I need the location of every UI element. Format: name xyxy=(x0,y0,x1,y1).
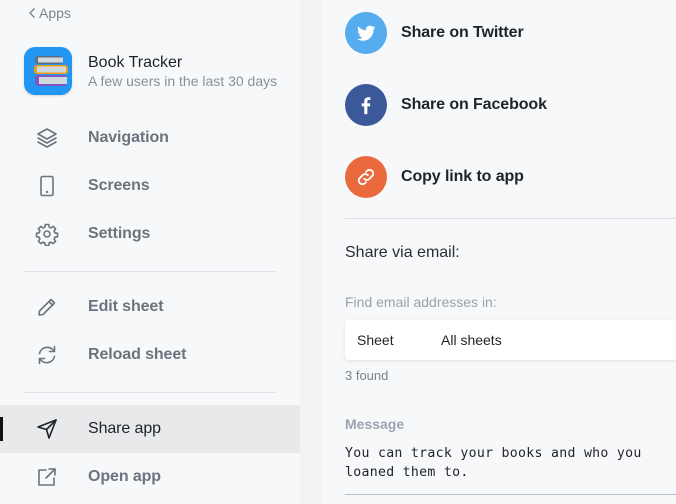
message-textarea[interactable]: You can track your books and who you loa… xyxy=(345,444,676,484)
phone-icon xyxy=(35,174,59,198)
link-icon xyxy=(345,156,387,198)
sidebar-item-share-app[interactable]: Share app xyxy=(0,405,300,453)
refresh-icon xyxy=(35,343,59,367)
panel-gutter xyxy=(300,0,321,504)
find-email-label: Find email addresses in: xyxy=(345,294,497,310)
copy-link-label: Copy link to app xyxy=(401,168,524,185)
sidebar-divider xyxy=(24,271,276,272)
share-facebook-button[interactable]: Share on Facebook xyxy=(345,84,547,126)
message-underline xyxy=(345,494,676,495)
copy-link-button[interactable]: Copy link to app xyxy=(345,156,524,198)
sidebar-item-reload-sheet[interactable]: Reload sheet xyxy=(0,331,300,379)
found-count: 3 found xyxy=(345,368,389,383)
app-title: Book Tracker xyxy=(88,53,183,71)
email-source-select[interactable]: Sheet All sheets xyxy=(345,320,676,360)
send-icon xyxy=(35,417,59,441)
share-divider xyxy=(345,218,676,219)
app-header: Book Tracker A few users in the last 30 … xyxy=(24,47,277,95)
sidebar-item-label: Settings xyxy=(88,225,151,242)
sidebar-item-label: Screens xyxy=(88,177,150,194)
share-twitter-button[interactable]: Share on Twitter xyxy=(345,12,524,54)
twitter-icon xyxy=(345,12,387,54)
sidebar: Apps Book Tracker A few users in the las… xyxy=(0,0,300,504)
email-source-key: Sheet xyxy=(357,332,394,348)
share-twitter-label: Share on Twitter xyxy=(401,24,524,41)
sidebar-item-edit-sheet[interactable]: Edit sheet xyxy=(0,283,300,331)
gear-icon xyxy=(35,222,59,247)
sidebar-item-settings[interactable]: Settings xyxy=(0,210,300,258)
sidebar-item-navigation[interactable]: Navigation xyxy=(0,114,300,162)
share-via-email-heading: Share via email: xyxy=(345,244,460,261)
active-indicator xyxy=(0,417,3,441)
sidebar-item-label: Reload sheet xyxy=(88,346,187,363)
pencil-icon xyxy=(35,295,59,319)
sidebar-item-label: Edit sheet xyxy=(88,298,164,315)
chevron-left-icon xyxy=(29,8,35,18)
external-link-icon xyxy=(35,465,59,489)
sidebar-item-open-app[interactable]: Open app xyxy=(0,453,300,501)
share-facebook-label: Share on Facebook xyxy=(401,96,547,113)
email-source-value: All sheets xyxy=(441,332,502,348)
sidebar-item-label: Open app xyxy=(88,468,161,485)
sidebar-item-label: Navigation xyxy=(88,129,169,146)
back-label: Apps xyxy=(39,5,71,21)
sidebar-item-screens[interactable]: Screens xyxy=(0,162,300,210)
share-app-screen: Apps Book Tracker A few users in the las… xyxy=(0,0,676,504)
facebook-icon xyxy=(345,84,387,126)
layers-icon xyxy=(35,126,59,150)
share-panel: Share on Twitter Share on Facebook Copy … xyxy=(321,0,676,504)
sidebar-divider xyxy=(24,392,276,393)
app-subtitle: A few users in the last 30 days xyxy=(88,72,278,89)
books-icon xyxy=(24,47,72,95)
sidebar-item-label: Share app xyxy=(88,420,161,437)
message-label: Message xyxy=(345,416,405,432)
back-to-apps-link[interactable]: Apps xyxy=(28,5,71,21)
